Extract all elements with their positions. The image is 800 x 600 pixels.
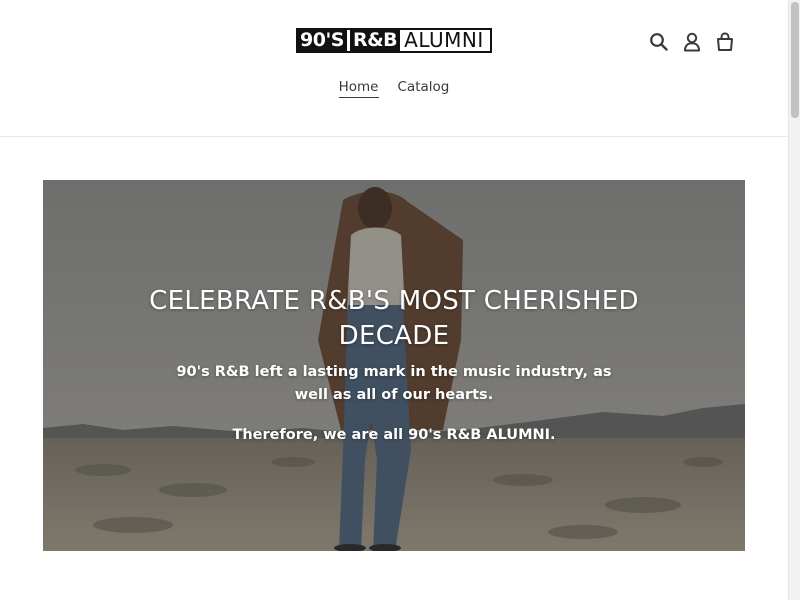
hero-banner: CELEBRATE R&B'S MOST CHERISHED DECADE 90… xyxy=(43,180,745,551)
hero-content: CELEBRATE R&B'S MOST CHERISHED DECADE 90… xyxy=(43,180,745,551)
search-button[interactable] xyxy=(642,28,675,56)
account-icon xyxy=(683,32,700,52)
account-button[interactable] xyxy=(675,28,708,56)
scrollbar-thumb[interactable] xyxy=(791,2,799,118)
logo-part-c: ALUMNI xyxy=(404,28,484,52)
cart-button[interactable] xyxy=(708,28,741,56)
search-icon xyxy=(649,33,668,51)
logo-part-a: 90'S xyxy=(298,30,347,51)
main-nav: Home Catalog xyxy=(0,78,788,98)
nav-item-catalog[interactable]: Catalog xyxy=(398,78,450,98)
hero-subtitle: 90's R&B left a lasting mark in the musi… xyxy=(176,364,612,403)
page-scrollbar[interactable] xyxy=(788,0,800,600)
nav-item-home[interactable]: Home xyxy=(338,78,379,98)
logo-part-b: R&B xyxy=(349,30,401,51)
cart-icon xyxy=(716,32,733,51)
site-logo[interactable]: 90'S R&B ALUMNI xyxy=(296,28,492,53)
hero-tagline: Therefore, we are all 90's R&B ALUMNI. xyxy=(232,427,556,443)
site-header: 90'S R&B ALUMNI Home Catalog xyxy=(0,0,788,137)
header-icons xyxy=(642,28,741,56)
hero-title: CELEBRATE R&B'S MOST CHERISHED DECADE xyxy=(149,286,639,351)
